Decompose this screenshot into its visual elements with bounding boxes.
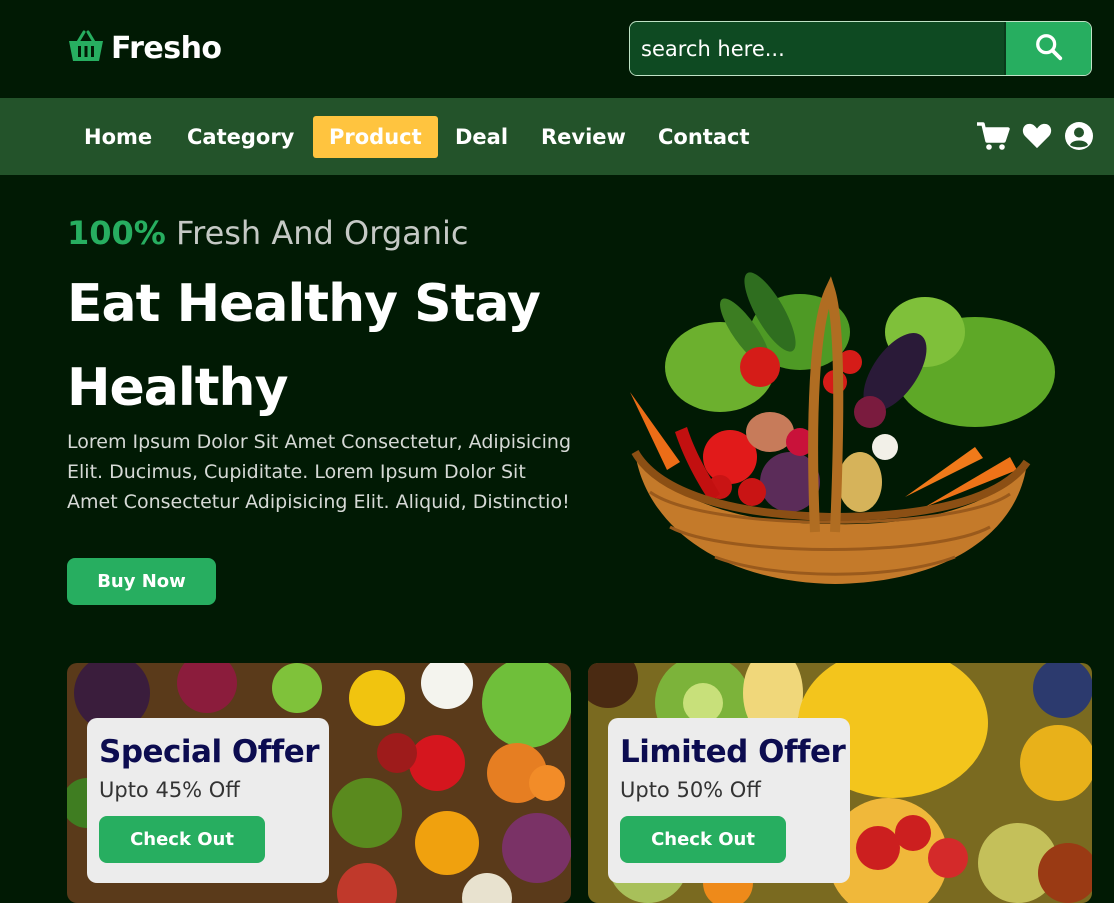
nav-item-review[interactable]: Review xyxy=(525,116,642,158)
offer-card: Special Offer Upto 45% Off Check Out xyxy=(87,718,329,883)
nav-item-contact[interactable]: Contact xyxy=(642,116,766,158)
nav-item-home[interactable]: Home xyxy=(68,116,168,158)
search-button[interactable] xyxy=(1004,22,1091,75)
buy-now-button[interactable]: Buy Now xyxy=(67,558,216,605)
hero-subheading-text: Fresh And Organic xyxy=(165,214,469,252)
cart-icon[interactable] xyxy=(976,121,1010,151)
offer-subtitle: Upto 50% Off xyxy=(620,778,761,802)
nav-item-deal[interactable]: Deal xyxy=(439,116,524,158)
offer-subtitle: Upto 45% Off xyxy=(99,778,240,802)
heart-icon[interactable] xyxy=(1022,123,1052,149)
nav-icons xyxy=(976,121,1094,151)
basket-icon xyxy=(67,28,105,68)
main-nav: Home Category Product Deal Review Contac… xyxy=(0,98,1114,175)
check-out-button[interactable]: Check Out xyxy=(620,816,786,863)
search-bar xyxy=(629,21,1092,76)
limited-offer-banner: Limited Offer Upto 50% Off Check Out xyxy=(588,663,1092,903)
vegetable-basket-image xyxy=(625,262,1065,592)
hero-description: Lorem Ipsum Dolor Sit Amet Consectetur, … xyxy=(67,431,572,513)
hero-title: Eat Healthy Stay Healthy xyxy=(67,274,541,418)
check-out-button[interactable]: Check Out xyxy=(99,816,265,863)
offer-title: Special Offer xyxy=(99,734,320,770)
nav-item-product[interactable]: Product xyxy=(313,116,438,158)
special-offer-banner: Special Offer Upto 45% Off Check Out xyxy=(67,663,571,903)
offer-title: Limited Offer xyxy=(620,734,846,770)
user-icon[interactable] xyxy=(1064,121,1094,151)
search-icon xyxy=(1034,32,1064,66)
search-input[interactable] xyxy=(630,22,1004,75)
logo-text: Fresho xyxy=(111,30,222,66)
offer-card: Limited Offer Upto 50% Off Check Out xyxy=(608,718,850,883)
top-header: Fresho xyxy=(0,0,1114,98)
nav-item-category[interactable]: Category xyxy=(171,116,310,158)
hero-subheading: 100% Fresh And Organic xyxy=(67,214,469,252)
hero-highlight: 100% xyxy=(67,214,166,252)
logo[interactable]: Fresho xyxy=(67,28,222,68)
